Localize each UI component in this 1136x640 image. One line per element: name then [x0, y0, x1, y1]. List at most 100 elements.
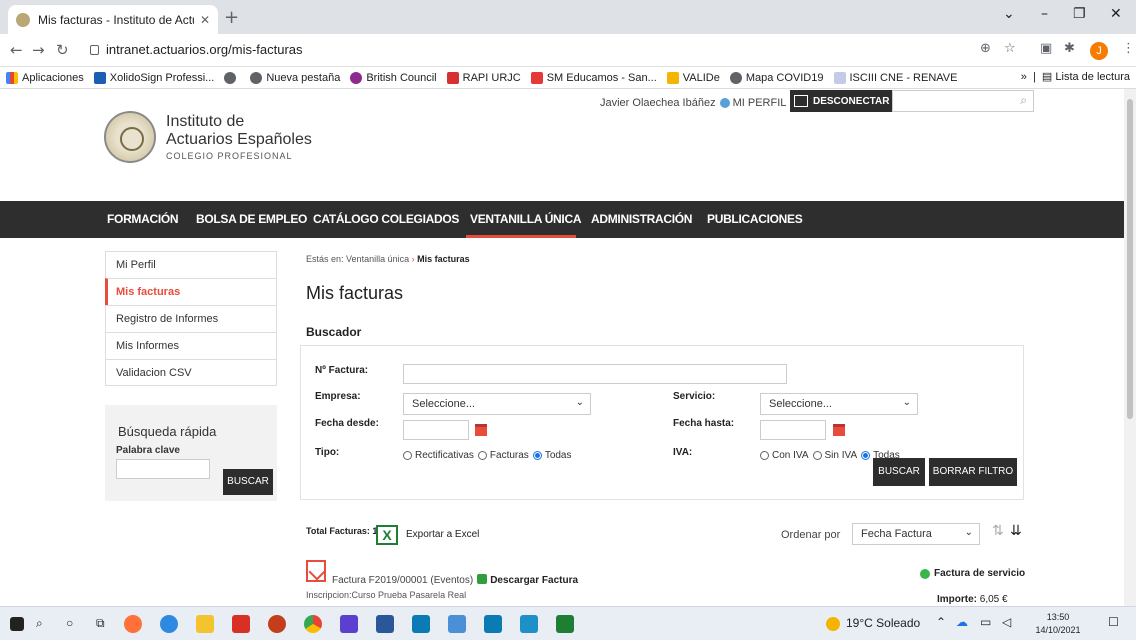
tab-close-icon[interactable]: ✕ [200, 13, 210, 27]
bookmark-xolidosign[interactable]: XolidoSign Professi... [93, 71, 214, 84]
nav-bolsa-empleo[interactable]: BOLSA DE EMPLEO [196, 212, 307, 226]
download-icon[interactable] [477, 574, 488, 584]
extension-cast-icon[interactable]: ▣ [1040, 41, 1052, 56]
music-app-icon[interactable] [340, 615, 358, 633]
tab-search-icon[interactable]: ⌄ [1003, 6, 1015, 22]
remote-desktop-icon[interactable] [448, 615, 466, 633]
sun-weather-icon[interactable] [826, 617, 840, 631]
nav-ventanilla-unica[interactable]: VENTANILLA ÚNICA [470, 212, 582, 226]
acrobat-icon[interactable] [232, 615, 250, 633]
volume-icon[interactable]: ◁ [1002, 615, 1011, 629]
bookmark-apps[interactable]: Aplicaciones [6, 71, 84, 84]
type-radio-todas[interactable] [532, 451, 542, 460]
media-player-icon[interactable] [520, 615, 538, 633]
url-field[interactable]: intranet.actuarios.org/mis-facturas [106, 42, 303, 57]
bookmark-isciii[interactable]: ISCIII CNE - RENAVE [833, 71, 957, 84]
bookmark-mapa-covid[interactable]: Mapa COVID19 [729, 71, 824, 84]
lock-icon[interactable] [90, 45, 99, 55]
iva-radio-sin[interactable] [812, 451, 822, 460]
nav-publicaciones[interactable]: PUBLICACIONES [707, 212, 803, 226]
notifications-icon[interactable]: ☐ [1108, 615, 1119, 629]
extensions-puzzle-icon[interactable]: ✱ [1064, 41, 1075, 56]
filter-search-button[interactable]: BUSCAR [873, 458, 925, 486]
onedrive-cloud-icon[interactable]: ☁ [956, 615, 968, 629]
search-icon[interactable]: ⌕ [36, 616, 43, 631]
sidebar-item-mis-informes[interactable]: Mis Informes [105, 332, 277, 359]
app-icon[interactable] [484, 615, 502, 633]
weather-text[interactable]: 19°C Soleado [846, 616, 920, 630]
excel-icon[interactable]: X [376, 525, 398, 545]
chrome-icon[interactable] [304, 615, 322, 633]
browser-tab[interactable]: Mis facturas - Instituto de Actuar ✕ [8, 5, 218, 34]
windows-start-icon[interactable] [10, 617, 24, 631]
calendar-icon[interactable] [833, 424, 845, 436]
company-select[interactable]: Seleccione... ⌄ [403, 393, 591, 415]
keyword-input[interactable] [116, 459, 210, 479]
order-by-select[interactable]: Fecha Factura ⌄ [852, 523, 980, 545]
site-logo[interactable]: Instituto de Actuarios Españoles COLEGIO… [104, 111, 312, 163]
tray-chevron-icon[interactable]: ⌃ [936, 615, 946, 629]
forward-icon[interactable]: → [32, 41, 45, 59]
clock-time[interactable]: 13:50 [1036, 612, 1080, 622]
minimize-icon[interactable]: – [1041, 6, 1048, 22]
download-invoice-link[interactable]: Descargar Factura [490, 575, 578, 586]
calendar-icon[interactable] [475, 424, 487, 436]
type-radio-rectificativas[interactable] [403, 451, 412, 460]
clear-filter-button[interactable]: BORRAR FILTRO [929, 458, 1017, 486]
nav-catalogo-colegiados[interactable]: CATÁLOGO COLEGIADOS [313, 212, 459, 226]
back-icon[interactable]: ← [10, 41, 23, 59]
sort-ascending-icon[interactable]: ⇅ [992, 523, 1004, 539]
reading-list[interactable]: » | ▤ Lista de lectura [1021, 70, 1130, 83]
iva-radio-todas[interactable] [861, 451, 871, 460]
bookmark-globe[interactable] [224, 71, 240, 84]
clock-date[interactable]: 14/10/2021 [1034, 625, 1082, 635]
restore-icon[interactable]: ❐ [1073, 6, 1086, 22]
sort-descending-icon[interactable]: ⇊ [1010, 523, 1022, 539]
battery-icon[interactable]: ▭ [980, 615, 991, 629]
task-view-icon[interactable]: ⧉ [96, 616, 105, 631]
zoom-icon[interactable]: ⊕ [980, 41, 991, 56]
service-select[interactable]: Seleccione... ⌄ [760, 393, 918, 415]
powerpoint-icon[interactable] [268, 615, 286, 633]
sidebar-item-validacion-csv[interactable]: Validacion CSV [105, 359, 277, 386]
iva-radio-con[interactable] [760, 451, 769, 460]
page-scrollbar[interactable] [1124, 89, 1136, 606]
export-excel-link[interactable]: Exportar a Excel [406, 529, 479, 540]
cortana-icon[interactable]: ○ [66, 616, 73, 630]
date-to-input[interactable] [760, 420, 826, 440]
bookmark-rapi-urjc[interactable]: RAPI URJC [446, 71, 521, 84]
search-icon[interactable]: ⌕ [1020, 93, 1027, 108]
sidebar-item-registro-informes[interactable]: Registro de Informes [105, 305, 277, 332]
profile-avatar[interactable]: J [1090, 42, 1108, 60]
firefox-icon[interactable] [124, 615, 142, 633]
scrollbar-thumb[interactable] [1127, 99, 1133, 419]
sidebar-item-mis-facturas[interactable]: Mis facturas [105, 278, 277, 305]
site-search-input[interactable]: ⌕ [892, 90, 1034, 112]
quick-search-button[interactable]: BUSCAR [223, 469, 273, 495]
file-explorer-icon[interactable] [196, 615, 214, 633]
browser-menu-icon[interactable]: ⋮ [1122, 41, 1135, 56]
bookmark-star-icon[interactable]: ☆ [1004, 41, 1016, 56]
new-tab-button[interactable]: + [224, 7, 239, 28]
breadcrumb-parent[interactable]: Ventanilla única [346, 254, 409, 264]
bookmark-british-council[interactable]: British Council [350, 71, 437, 84]
word-icon[interactable] [376, 615, 394, 633]
nav-formacion[interactable]: FORMACIÓN [107, 212, 179, 226]
edge-icon[interactable] [160, 615, 178, 633]
bookmark-new-tab[interactable]: Nueva pestaña [250, 71, 340, 84]
profile-link[interactable]: MI PERFIL [733, 97, 787, 109]
reload-icon[interactable]: ↻ [56, 41, 69, 59]
type-radio-facturas[interactable] [477, 451, 487, 460]
teams-icon[interactable] [412, 615, 430, 633]
window-close-icon[interactable]: ✕ [1110, 6, 1122, 22]
bookmark-sm-educamos[interactable]: SM Educamos - San... [530, 71, 657, 84]
pdf-icon[interactable] [306, 560, 326, 582]
bookmarks-more-icon[interactable]: » [1021, 71, 1027, 83]
excel-taskbar-icon[interactable] [556, 615, 574, 633]
disconnect-button[interactable]: DESCONECTAR [790, 90, 892, 112]
date-from-input[interactable] [403, 420, 469, 440]
nav-administracion[interactable]: ADMINISTRACIÓN [591, 212, 692, 226]
sidebar-item-mi-perfil[interactable]: Mi Perfil [105, 251, 277, 278]
bookmark-valide[interactable]: VALIDe [666, 71, 720, 84]
invoice-number-input[interactable] [403, 364, 787, 384]
